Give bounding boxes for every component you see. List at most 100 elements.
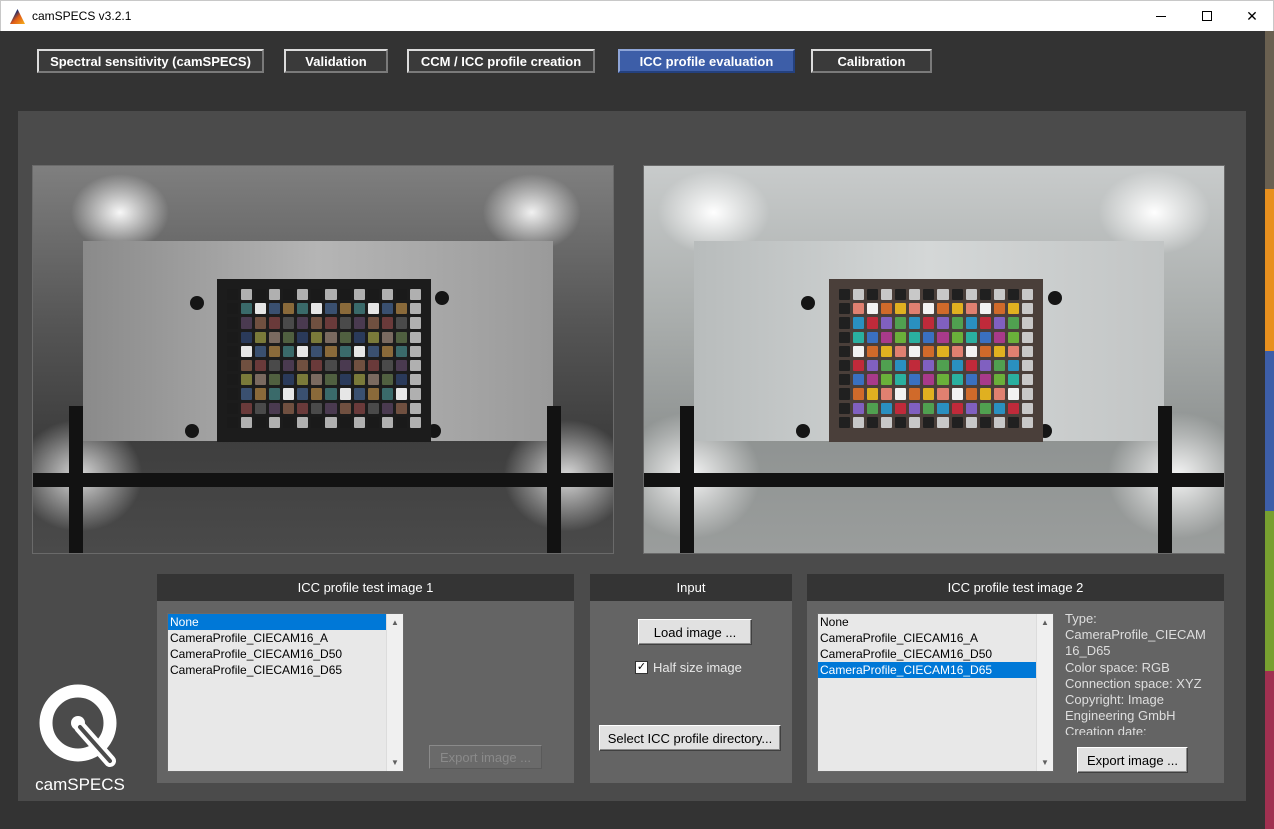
minimize-button[interactable] xyxy=(1138,1,1184,31)
load-image-button[interactable]: Load image ... xyxy=(638,619,752,645)
list-item[interactable]: CameraProfile_CIECAM16_D50 xyxy=(168,646,403,662)
tab-spectral-sensitivity[interactable]: Spectral sensitivity (camSPECS) xyxy=(37,49,264,73)
logo-text: camSPECS xyxy=(35,775,125,794)
export-image-1-button[interactable]: Export image ... xyxy=(429,745,542,769)
tab-validation[interactable]: Validation xyxy=(284,49,388,73)
color-patch xyxy=(381,345,393,357)
color-patch xyxy=(937,402,949,414)
list-item[interactable]: CameraProfile_CIECAM16_D65 xyxy=(168,662,403,678)
scroll-up-icon[interactable]: ▲ xyxy=(387,614,403,631)
list-item[interactable]: CameraProfile_CIECAM16_A xyxy=(168,630,403,646)
color-patch xyxy=(965,303,977,315)
color-patch xyxy=(937,345,949,357)
profile-list-2[interactable]: None CameraProfile_CIECAM16_A CameraProf… xyxy=(817,613,1054,772)
color-patch xyxy=(241,359,253,372)
color-patch xyxy=(867,388,879,400)
color-patch xyxy=(965,289,977,301)
list-item[interactable]: None xyxy=(818,614,1053,630)
export-image-2-button[interactable]: Export image ... xyxy=(1077,747,1188,773)
color-patch xyxy=(339,289,351,301)
color-patch xyxy=(867,374,879,386)
color-patch xyxy=(227,402,239,414)
color-patch xyxy=(395,388,407,400)
color-patch xyxy=(881,303,893,315)
color-patch xyxy=(1007,303,1019,315)
color-patch xyxy=(409,359,421,372)
color-patch xyxy=(269,331,281,343)
color-patch xyxy=(255,374,267,386)
scroll-up-icon[interactable]: ▲ xyxy=(1037,614,1053,631)
camspecs-logo: camSPECS xyxy=(30,681,130,796)
color-patch xyxy=(283,402,295,414)
stand-leg xyxy=(69,406,83,553)
tab-ccm-icc-profile-creation[interactable]: CCM / ICC profile creation xyxy=(407,49,595,73)
color-patch xyxy=(993,374,1005,386)
stand-bar xyxy=(644,473,1224,487)
info-line: Copyright: Image xyxy=(1065,692,1164,708)
profile-list-1[interactable]: None CameraProfile_CIECAM16_A CameraProf… xyxy=(167,613,404,772)
color-patch xyxy=(339,359,351,372)
color-patch xyxy=(881,331,893,343)
color-patch xyxy=(923,359,935,372)
scroll-down-icon[interactable]: ▼ xyxy=(1037,754,1053,771)
close-button[interactable]: ✕ xyxy=(1229,1,1274,31)
color-patch xyxy=(227,303,239,315)
list-item[interactable]: CameraProfile_CIECAM16_D50 xyxy=(818,646,1053,662)
scroll-down-icon[interactable]: ▼ xyxy=(387,754,403,771)
color-patch xyxy=(409,388,421,400)
color-patch xyxy=(311,289,323,301)
color-patch xyxy=(965,402,977,414)
test-image-1-viewer xyxy=(32,165,614,554)
color-patch xyxy=(339,331,351,343)
color-patch xyxy=(909,345,921,357)
list-scrollbar[interactable]: ▲ ▼ xyxy=(386,614,403,771)
color-patch xyxy=(311,388,323,400)
matlab-app-icon xyxy=(10,9,25,24)
color-patch xyxy=(395,317,407,329)
color-patch xyxy=(325,388,337,400)
color-patch xyxy=(1021,359,1033,372)
color-patch xyxy=(367,388,379,400)
color-patch xyxy=(839,289,851,301)
color-patch xyxy=(1021,416,1033,428)
color-patch xyxy=(311,303,323,315)
list-scrollbar[interactable]: ▲ ▼ xyxy=(1036,614,1053,771)
tab-calibration[interactable]: Calibration xyxy=(811,49,932,73)
half-size-label: Half size image xyxy=(653,660,742,675)
color-patch xyxy=(353,402,365,414)
color-patch xyxy=(937,317,949,329)
select-icc-directory-button[interactable]: Select ICC profile directory... xyxy=(599,725,781,751)
color-patch xyxy=(311,374,323,386)
maximize-button[interactable] xyxy=(1184,1,1230,31)
half-size-option[interactable]: ✓ Half size image xyxy=(635,660,742,675)
color-patch xyxy=(937,416,949,428)
color-patch xyxy=(923,289,935,301)
color-patch xyxy=(923,388,935,400)
color-patch xyxy=(241,388,253,400)
color-patch xyxy=(269,359,281,372)
color-patch xyxy=(1021,317,1033,329)
accent-stripe-2 xyxy=(1265,189,1274,351)
half-size-checkbox[interactable]: ✓ xyxy=(635,661,648,674)
color-patch xyxy=(1007,402,1019,414)
color-patch xyxy=(297,359,309,372)
color-patch xyxy=(297,303,309,315)
list-item[interactable]: CameraProfile_CIECAM16_D65 xyxy=(818,662,1053,678)
color-patch xyxy=(895,345,907,357)
color-patch xyxy=(895,402,907,414)
color-patch xyxy=(283,388,295,400)
color-patch xyxy=(993,388,1005,400)
list-item[interactable]: None xyxy=(168,614,403,630)
list-item[interactable]: CameraProfile_CIECAM16_A xyxy=(818,630,1053,646)
color-patch xyxy=(311,402,323,414)
color-patch xyxy=(227,317,239,329)
color-patch xyxy=(395,345,407,357)
color-patch xyxy=(367,345,379,357)
board-hole xyxy=(801,296,815,310)
color-patch xyxy=(255,317,267,329)
color-patch xyxy=(853,416,865,428)
color-patch xyxy=(227,331,239,343)
tab-icc-profile-evaluation[interactable]: ICC profile evaluation xyxy=(618,49,795,73)
color-patch xyxy=(269,289,281,301)
color-patch xyxy=(353,374,365,386)
